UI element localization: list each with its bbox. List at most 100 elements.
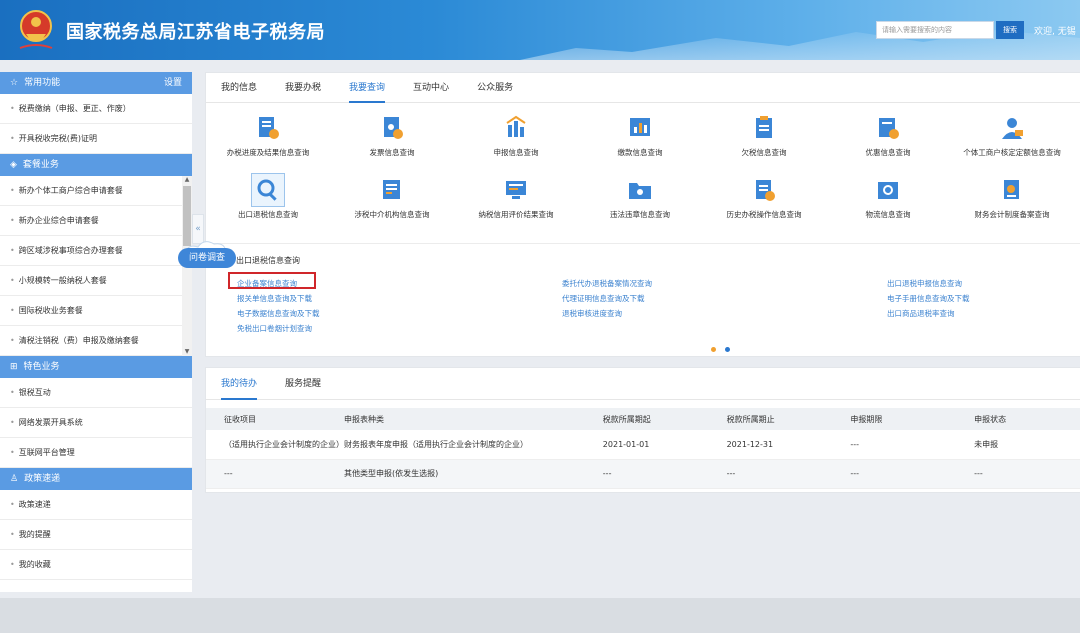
box-icon — [878, 182, 898, 199]
tab-my-info[interactable]: 我的信息 — [221, 73, 257, 102]
sidebar-section-package[interactable]: ◈ 套餐业务 — [0, 154, 192, 176]
query-item-accounting-filing[interactable]: 财务会计制度备案查询 — [950, 173, 1074, 235]
sidebar-item-package[interactable]: • 跨区域涉税事项综合办理套餐 — [0, 236, 192, 266]
sidebar-section-policy[interactable]: ♙ 政策速递 — [0, 468, 192, 490]
table-row[interactable]: --- 其他类型申报(依发生选报) --- --- --- --- — [206, 459, 1080, 489]
welcome-text: 欢迎, 无锡 — [1034, 27, 1076, 37]
link-column-2: 委托代办退税备案情况查询 代理证明信息查询及下载 退税审核进度查询 — [562, 276, 652, 321]
column-header: 申报状态 — [974, 408, 1080, 430]
sidebar-item-package[interactable]: • 小规模转一般纳税人套餐 — [0, 266, 192, 296]
pager-dot-active[interactable] — [711, 347, 716, 352]
sidebar-item-tax-payment[interactable]: • 税费缴纳（申报、更正、作废） — [0, 94, 192, 124]
history-document-icon — [756, 180, 775, 201]
sidebar-section-special[interactable]: ⊞ 特色业务 — [0, 356, 192, 378]
link-rebate-rate[interactable]: 出口商品退税率查询 — [887, 306, 970, 321]
query-item-progress[interactable]: 办税进度及结果信息查询 — [206, 111, 330, 173]
sidebar-item-label: 国际税收业务套餐 — [18, 305, 83, 315]
tab-tax-handling[interactable]: 我要办税 — [285, 73, 321, 102]
sidebar-item-label: 新办个体工商户综合申请套餐 — [18, 185, 123, 195]
query-item-arrears[interactable]: 欠税信息查询 — [702, 111, 826, 173]
search-input[interactable]: 请输入需要搜索的内容 — [876, 21, 994, 39]
query-item-label: 涉税中介机构信息查询 — [354, 210, 430, 219]
table-cell: 2021-12-31 — [726, 430, 851, 460]
scrollbar-thumb[interactable] — [183, 186, 191, 246]
query-item-history[interactable]: 历史办税操作信息查询 — [702, 173, 826, 235]
sidebar-item-label: 网络发票开具系统 — [18, 417, 83, 427]
bullet-icon: • — [10, 499, 15, 509]
scroll-down-icon[interactable]: ▼ — [182, 348, 192, 356]
tab-query[interactable]: 我要查询 — [349, 73, 386, 103]
link-electronic-data[interactable]: 电子数据信息查询及下载 — [237, 306, 320, 321]
sidebar-item-label: 小规模转一般纳税人套餐 — [18, 275, 107, 285]
table-row[interactable]: （适用执行企业会计制度的企业） 财务报表年度申报（适用执行企业会计制度的企业） … — [206, 430, 1080, 460]
query-item-intermediary[interactable]: 涉税中介机构信息查询 — [330, 173, 454, 235]
sidebar-item-favorites[interactable]: • 我的收藏 — [0, 550, 192, 580]
query-item-export-rebate[interactable]: 出口退税信息查询 — [206, 173, 330, 235]
query-item-payment[interactable]: 缴款信息查询 — [578, 111, 702, 173]
sidebar-item-tax-certificate[interactable]: • 开具税收完税(费)证明 — [0, 124, 192, 154]
query-item-label: 个体工商户核定定额信息查询 — [963, 148, 1061, 157]
sidebar-section-title: 套餐业务 — [22, 160, 59, 170]
query-item-logistics[interactable]: 物流信息查询 — [826, 173, 950, 235]
scroll-up-icon[interactable]: ▲ — [182, 176, 192, 184]
link-review-progress[interactable]: 退税审核进度查询 — [562, 306, 652, 321]
star-icon: ☆ — [10, 78, 19, 88]
magnifier-icon — [257, 179, 277, 201]
tab-my-todo[interactable]: 我的待办 — [221, 368, 258, 400]
column-header: 申报表种类 — [344, 408, 603, 430]
sidebar-item-policy[interactable]: • 政策速递 — [0, 490, 192, 520]
sidebar-item-special[interactable]: • 网络发票开具系统 — [0, 408, 192, 438]
tab-service-reminder[interactable]: 服务提醒 — [285, 368, 321, 399]
sidebar-section-title: 特色业务 — [23, 362, 60, 372]
sidebar-item-label: 互联网平台管理 — [18, 447, 75, 457]
query-item-label: 纳税信用评价结果查询 — [478, 210, 554, 219]
package-list: • 新办个体工商户综合申请套餐 • 新办企业综合申请套餐 • 跨区域涉税事项综合办理套… — [0, 176, 192, 356]
query-item-credit[interactable]: 纳税信用评价结果查询 — [454, 173, 578, 235]
tax-emblem-logo — [19, 10, 53, 49]
pager-dot[interactable] — [725, 347, 730, 352]
sidebar-section-common[interactable]: ☆ 常用功能 设置 — [0, 72, 192, 94]
survey-badge[interactable]: 问卷调查 — [178, 238, 236, 272]
query-item-invoice[interactable]: 发票信息查询 — [330, 111, 454, 173]
link-enterprise-filing[interactable]: 企业备案信息查询 — [237, 276, 320, 291]
bullet-icon: • — [10, 185, 15, 195]
link-export-declaration[interactable]: 出口退税申报信息查询 — [887, 276, 970, 291]
building-chart-icon — [506, 115, 526, 137]
query-item-declaration[interactable]: 申报信息查询 — [454, 111, 578, 173]
query-item-label: 优惠信息查询 — [865, 148, 911, 157]
bullet-icon: • — [10, 529, 15, 539]
sidebar-item-package[interactable]: • 国际税收业务套餐 — [0, 296, 192, 326]
bullet-icon: • — [10, 133, 15, 143]
sidebar-item-special[interactable]: • 互联网平台管理 — [0, 438, 192, 468]
link-agency-filing[interactable]: 委托代办退税备案情况查询 — [562, 276, 652, 291]
export-rebate-subpanel: 出口退税信息查询 企业备案信息查询 报关单信息查询及下载 电子数据信息查询及下载… — [206, 243, 1080, 353]
query-item-individual-quota[interactable]: 个体工商户核定定额信息查询 — [950, 111, 1074, 173]
bullet-icon: • — [10, 559, 15, 569]
sidebar-item-special[interactable]: • 银税互动 — [0, 378, 192, 408]
link-tobacco-plan[interactable]: 免税出口卷烟计划查询 — [237, 321, 320, 336]
link-electronic-manual[interactable]: 电子手册信息查询及下载 — [887, 291, 970, 306]
sidebar-item-reminders[interactable]: • 我的提醒 — [0, 520, 192, 550]
settings-link[interactable]: 设置 — [164, 72, 182, 94]
sidebar-item-package[interactable]: • 清税注销税（费）申报及缴纳套餐 — [0, 326, 192, 356]
bullet-icon: • — [10, 447, 15, 457]
query-item-label: 办税进度及结果信息查询 — [226, 148, 310, 157]
sidebar-item-label: 银税互动 — [18, 387, 51, 397]
link-column-3: 出口退税申报信息查询 电子手册信息查询及下载 出口商品退税率查询 — [887, 276, 970, 321]
sidebar-item-package[interactable]: • 新办个体工商户综合申请套餐 — [0, 176, 192, 206]
page-footer — [0, 598, 1080, 633]
query-item-preferential[interactable]: 优惠信息查询 — [826, 111, 950, 173]
tab-public-service[interactable]: 公众服务 — [477, 73, 513, 102]
bullet-icon: • — [10, 387, 15, 397]
tab-interaction[interactable]: 互动中心 — [413, 73, 449, 102]
link-column-1: 企业备案信息查询 报关单信息查询及下载 电子数据信息查询及下载 免税出口卷烟计划… — [237, 276, 320, 336]
link-agency-certificate[interactable]: 代理证明信息查询及下载 — [562, 291, 652, 306]
table-header-row: 征收项目 申报表种类 税款所属期起 税款所属期止 申报期限 申报状态 — [206, 408, 1080, 430]
query-item-violation[interactable]: 违法违章信息查询 — [578, 173, 702, 235]
column-header: 税款所属期起 — [602, 408, 727, 430]
table-cell: --- — [850, 430, 975, 460]
link-customs-declaration[interactable]: 报关单信息查询及下载 — [237, 291, 320, 306]
sidebar-item-package[interactable]: • 新办企业综合申请套餐 — [0, 206, 192, 236]
search-button[interactable]: 搜索 — [996, 21, 1024, 39]
person-badge-icon — [1002, 118, 1023, 139]
